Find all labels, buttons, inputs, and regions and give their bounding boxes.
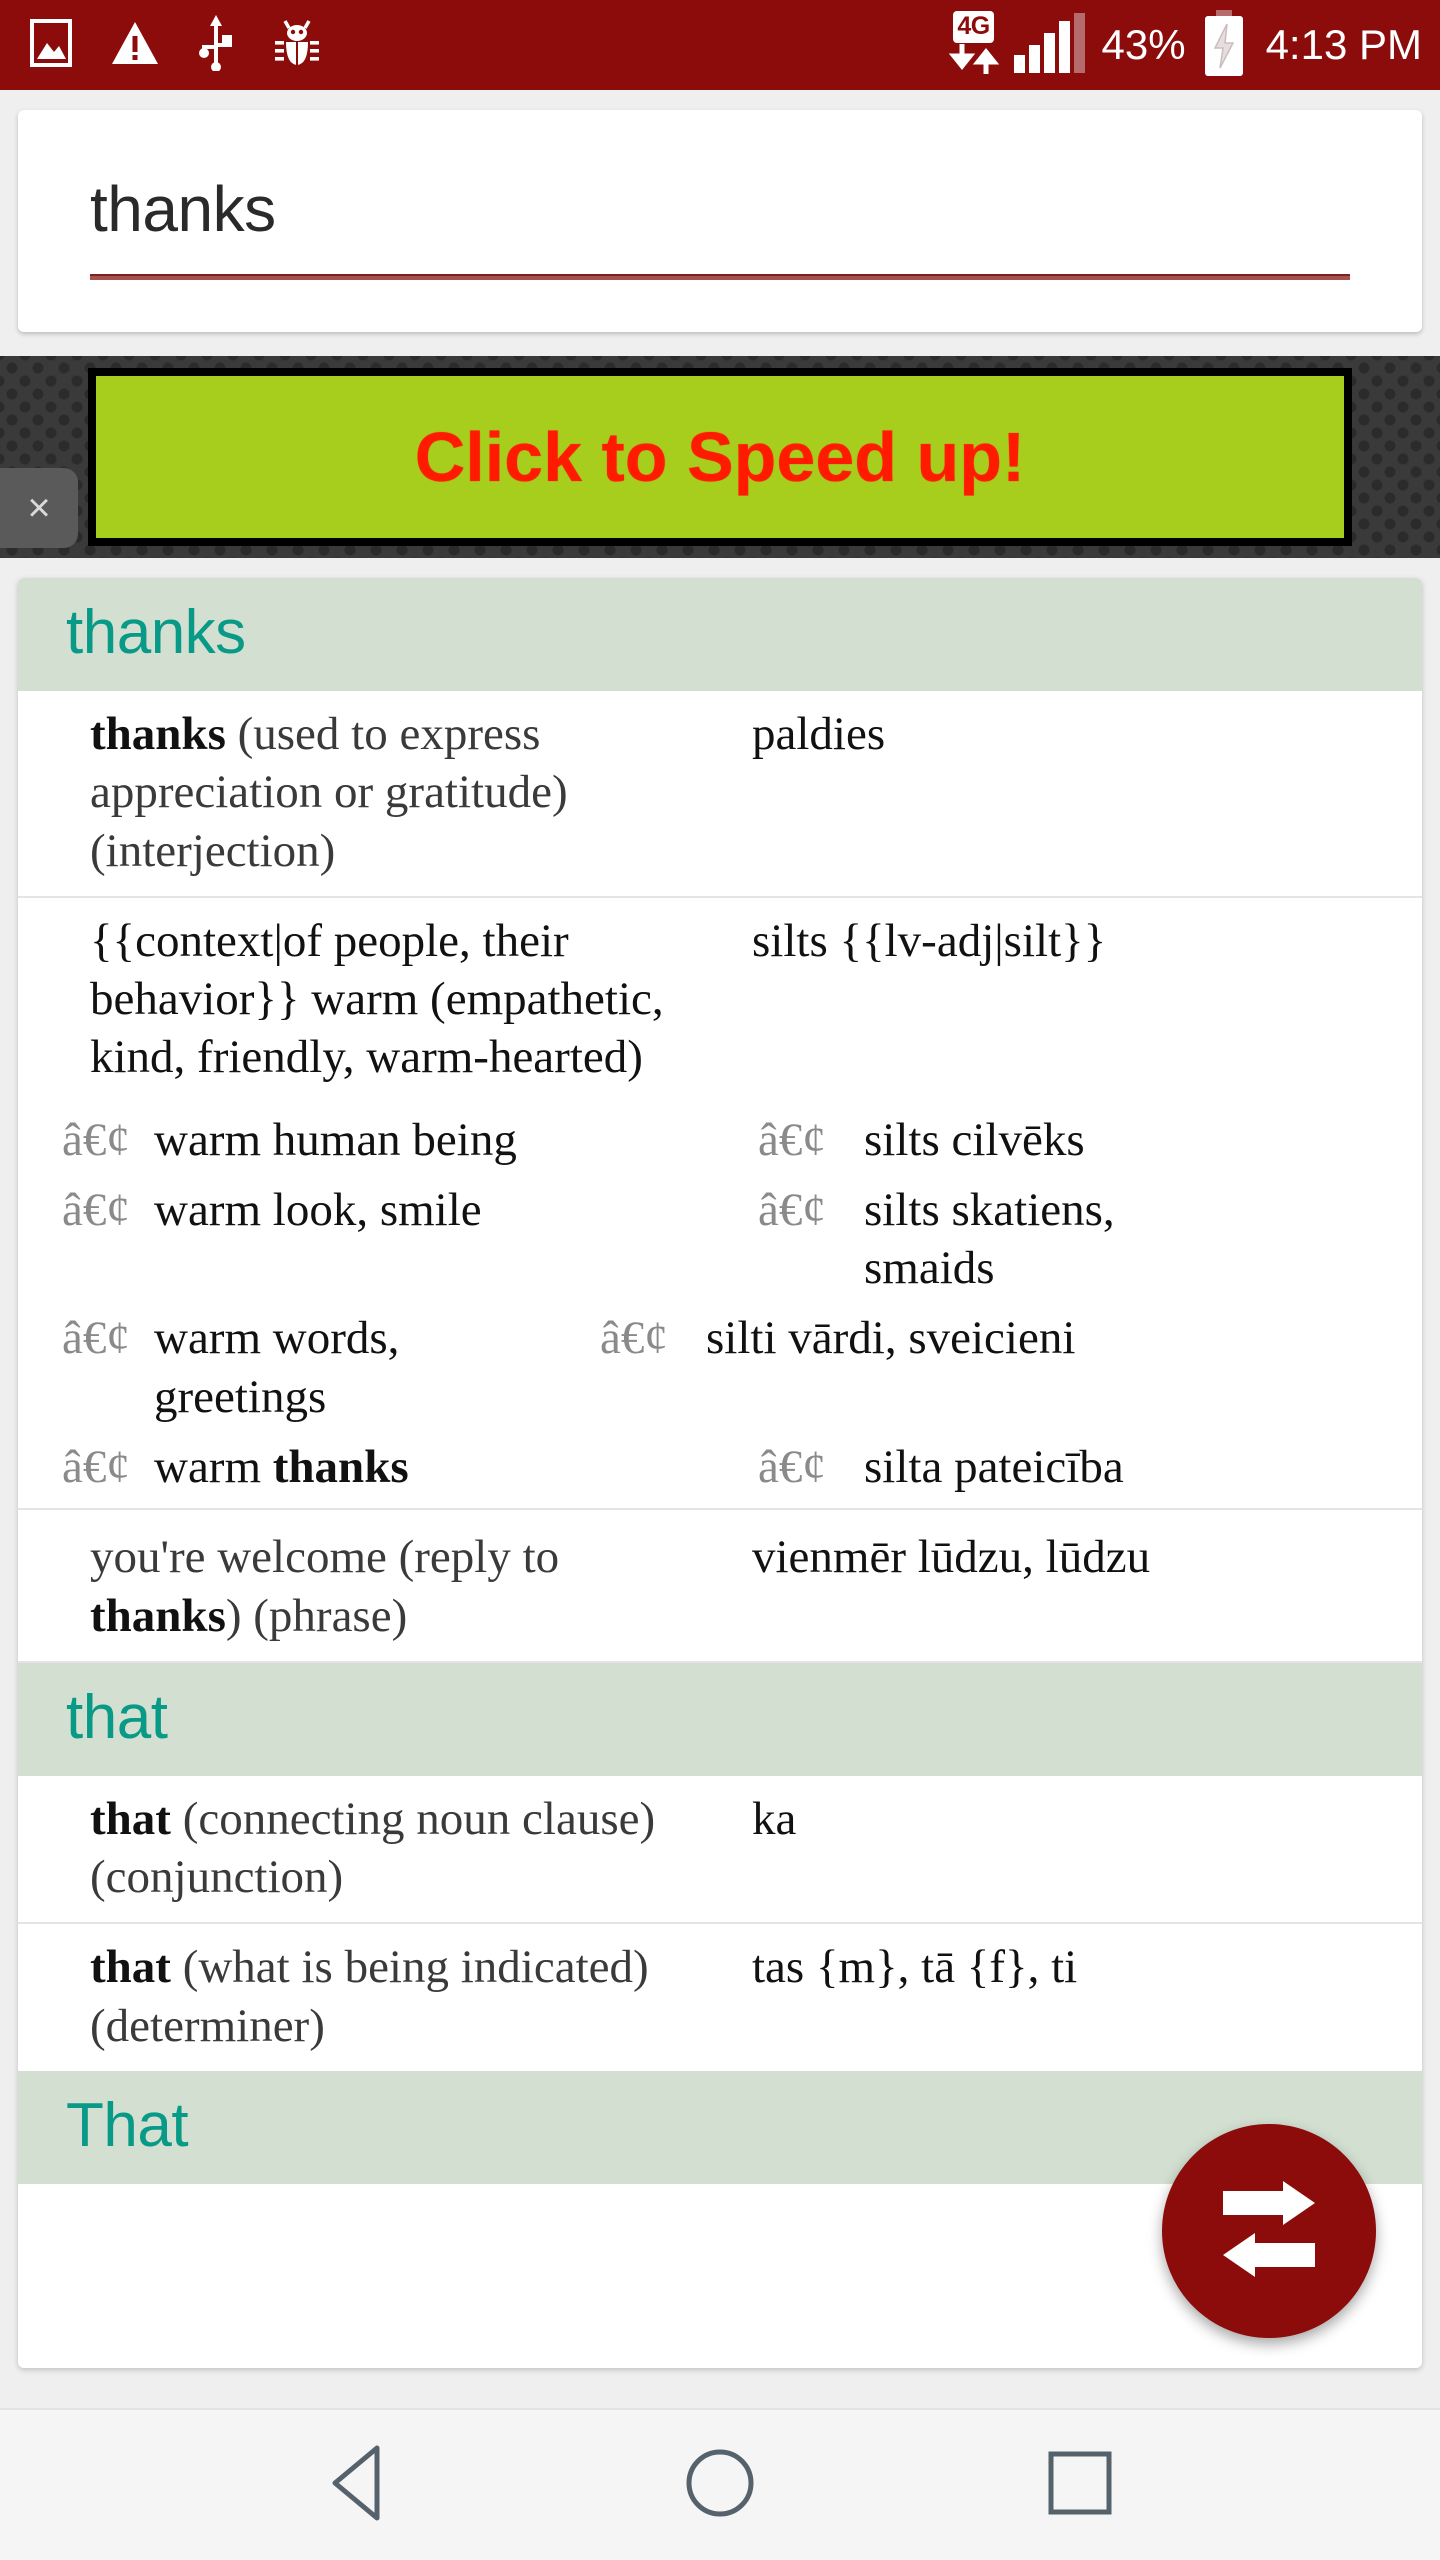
search-card[interactable]: thanks — [18, 110, 1422, 332]
ad-banner[interactable]: Click to Speed up! — [88, 368, 1352, 546]
list-item[interactable]: â€¢ warm thanks â€¢ silta pateicība — [18, 1432, 1422, 1502]
search-input[interactable]: thanks — [90, 172, 276, 246]
back-icon — [315, 2438, 405, 2533]
network-type-label: 4G — [953, 11, 994, 43]
swap-languages-fab[interactable] — [1162, 2124, 1376, 2338]
entry-translation: vienmēr lūdzu, lūdzu — [736, 1528, 1422, 1586]
table-row[interactable]: thanks (used to express appreciation or … — [18, 691, 1422, 898]
entry-translation: silts {{lv-adj|silt}} — [736, 912, 1422, 970]
translation-text: tas {m}, tā {f}, ti — [752, 1941, 1078, 1994]
signal-strength-icon — [1013, 12, 1088, 78]
headword: thanks — [90, 1589, 226, 1642]
translation-text: paldies — [752, 708, 886, 761]
status-bar-left-icons — [30, 14, 322, 76]
bug-icon — [272, 18, 322, 73]
image-icon — [30, 18, 72, 72]
phone-screen: 4G 43% 4:13 PM thanks Click to Speed up!… — [0, 0, 1440, 2560]
ad-container[interactable]: Click to Speed up! × — [0, 356, 1440, 558]
bullet-source-text: warm words, greetings — [154, 1312, 400, 1423]
entry-translation: ka — [736, 1790, 1422, 1848]
bullet-source-text: warm thanks — [154, 1438, 409, 1496]
table-row[interactable]: that (what is being indicated) (determin… — [18, 1924, 1422, 2071]
data-transfer-arrows-icon — [948, 44, 1000, 79]
nav-back-button[interactable] — [280, 2425, 440, 2545]
headword: that — [90, 1792, 171, 1845]
list-item[interactable]: â€¢ warm human being â€¢ silts cilvēks — [18, 1105, 1422, 1175]
android-navigation-bar — [0, 2408, 1440, 2560]
headword: thanks — [272, 1441, 409, 1494]
translation-text: vienmēr lūdzu, lūdzu — [752, 1531, 1151, 1584]
usb-icon — [198, 14, 234, 76]
bullet-marker-icon: â€¢ — [62, 1113, 130, 1166]
nav-home-button[interactable] — [640, 2425, 800, 2545]
status-bar: 4G 43% 4:13 PM — [0, 0, 1440, 90]
warning-icon — [110, 20, 160, 71]
bullet-marker-icon: â€¢ — [758, 1113, 826, 1166]
section-header-that: that — [18, 1662, 1422, 1776]
bullet-marker-icon: â€¢ — [62, 1312, 130, 1365]
bullet-prefix: warm — [154, 1441, 273, 1494]
entry-translation: tas {m}, tā {f}, ti — [736, 1938, 1422, 1996]
bullet-translation-text: silts skatiens, smaids — [864, 1183, 1115, 1295]
battery-percent-label: 43% — [1101, 21, 1186, 68]
entry-gloss: (connecting noun clause) (conjunction) — [90, 1792, 656, 1904]
section-word: that — [66, 1682, 168, 1752]
entry-gloss: {{context|of people, their behavior}} wa… — [90, 914, 664, 1084]
section-word: thanks — [66, 598, 246, 667]
translation-text: silts {{lv-adj|silt}} — [752, 914, 1107, 967]
swap-arrows-icon — [1217, 2180, 1321, 2282]
list-item[interactable]: â€¢ warm words, greetings â€¢ silti vārd… — [18, 1303, 1422, 1432]
entry-gloss-pre: you're welcome (reply to — [90, 1531, 560, 1584]
entry-source: {{context|of people, their behavior}} wa… — [18, 912, 736, 1087]
bullet-marker-icon: â€¢ — [758, 1441, 826, 1494]
entry-gloss: (what is being indicated) (determiner) — [90, 1941, 649, 2052]
list-item[interactable]: â€¢ warm look, smile â€¢ silts skatiens,… — [18, 1175, 1422, 1304]
clock-label: 4:13 PM — [1265, 21, 1422, 68]
entry-source: that (what is being indicated) (determin… — [18, 1938, 736, 2055]
table-row[interactable]: that (connecting noun clause) (conjuncti… — [18, 1776, 1422, 1925]
entry-source: you're welcome (reply to thanks) (phrase… — [18, 1528, 736, 1645]
headword: that — [90, 1941, 171, 1994]
bullet-list: â€¢ warm human being â€¢ silts cilvēks â… — [18, 1103, 1422, 1515]
bullet-source-text: warm look, smile — [154, 1183, 482, 1236]
ad-text: Click to Speed up! — [414, 418, 1026, 496]
bullet-translation-text: silts cilvēks — [864, 1113, 1085, 1166]
status-bar-right: 4G 43% 4:13 PM — [948, 9, 1422, 81]
entry-source: that (connecting noun clause) (conjuncti… — [18, 1790, 736, 1907]
search-input-underline — [90, 274, 1350, 280]
bullet-translation-text: silta pateicība — [864, 1441, 1124, 1494]
results-card: thanks thanks (used to express appreciat… — [18, 578, 1422, 2368]
nav-recents-button[interactable] — [1000, 2425, 1160, 2545]
entry-gloss-post: ) (phrase) — [225, 1589, 408, 1642]
table-row[interactable]: you're welcome (reply to thanks) (phrase… — [18, 1514, 1422, 1663]
bullet-marker-icon: â€¢ — [62, 1441, 130, 1494]
table-row[interactable]: {{context|of people, their behavior}} wa… — [18, 898, 1422, 1103]
recents-icon — [1035, 2438, 1125, 2533]
divider — [18, 1508, 1422, 1511]
translation-text: ka — [752, 1792, 797, 1845]
entry-source: thanks (used to express appreciation or … — [18, 705, 736, 880]
ad-close-button[interactable]: × — [0, 468, 78, 548]
bullet-translation-text: silti vārdi, sveicieni — [706, 1312, 1076, 1365]
bullet-source-text: warm human being — [154, 1113, 517, 1166]
bullet-marker-icon: â€¢ — [62, 1183, 130, 1236]
battery-charging-icon — [1202, 9, 1246, 81]
headword: thanks — [90, 708, 226, 761]
bullet-marker-icon: â€¢ — [600, 1312, 668, 1365]
section-header-thanks: thanks — [18, 578, 1422, 692]
network-indicator: 4G — [948, 11, 1000, 79]
entry-translation: paldies — [736, 705, 1422, 763]
bullet-marker-icon: â€¢ — [758, 1183, 826, 1236]
home-icon — [675, 2438, 765, 2533]
